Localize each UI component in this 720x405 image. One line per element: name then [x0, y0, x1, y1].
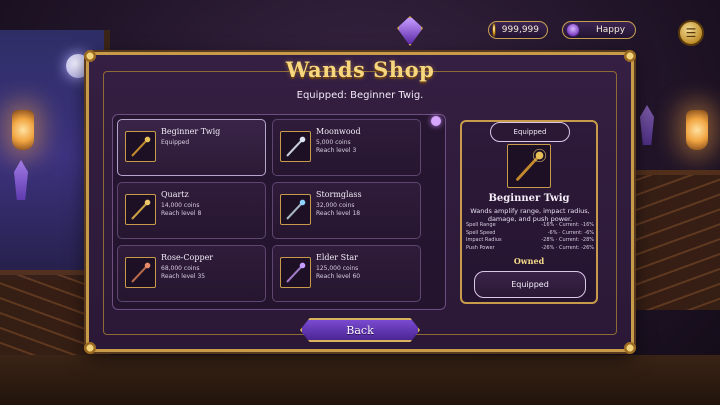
stat-label: Push Power [466, 244, 495, 251]
mood-face-icon [566, 23, 580, 37]
wand-icon [286, 262, 306, 283]
detail-wand-name: Beginner Twig [488, 193, 570, 204]
wand-thumbnail [125, 257, 156, 288]
coin-icon [492, 23, 496, 37]
wand-icon [516, 148, 547, 181]
wand-card[interactable]: Stormglass 32,000 coins Reach level 18 [272, 182, 421, 239]
coin-amount: 999,999 [501, 25, 539, 35]
stat-value: -26% · Current: -26% [541, 244, 594, 251]
ownership-status: Owned [513, 256, 545, 266]
wand-thumbnail [280, 257, 311, 288]
wand-icon [286, 199, 306, 220]
wand-icon [131, 136, 151, 157]
detail-description: Wands amplify range, impact radius, dama… [470, 207, 590, 223]
equipped-message: Equipped: Beginner Twig. [296, 90, 424, 101]
wand-thumbnail [125, 131, 156, 162]
wand-price: 14,000 coins [161, 202, 200, 209]
shop-title: Wands Shop [285, 57, 435, 82]
wand-thumbnail [280, 131, 311, 162]
wand-card[interactable]: Moonwood 5,000 coins Reach level 3 [272, 119, 421, 176]
right-wand-shelf [630, 170, 720, 310]
floor [0, 355, 720, 405]
detail-wand-image [507, 144, 551, 188]
wand-card[interactable]: Beginner Twig Equipped [117, 119, 266, 176]
equip-button[interactable]: Equipped [474, 271, 586, 298]
wand-card[interactable]: Quartz 14,000 coins Reach level 8 [117, 182, 266, 239]
wand-thumbnail [125, 194, 156, 225]
wand-icon [131, 262, 151, 283]
wand-name: Moonwood [316, 127, 361, 136]
wand-price: 125,000 coins [316, 265, 359, 272]
wand-card[interactable]: Elder Star 125,000 coins Reach level 60 [272, 245, 421, 302]
wand-card[interactable]: Rose-Copper 68,000 coins Reach level 35 [117, 245, 266, 302]
wand-requirement: Reach level 18 [316, 210, 361, 217]
wand-requirement: Reach level 3 [316, 147, 357, 154]
wand-requirement: Reach level 60 [316, 273, 361, 280]
wand-requirement: Reach level 8 [161, 210, 202, 217]
wand-thumbnail [280, 194, 311, 225]
lantern-right [686, 110, 708, 150]
wand-price: 5,000 coins [316, 139, 351, 146]
scroll-indicator[interactable] [431, 116, 441, 126]
wand-icon [131, 199, 151, 220]
corner-ornament [83, 341, 97, 355]
wand-name: Rose-Copper [161, 253, 214, 262]
crystal-decoration [640, 105, 654, 145]
detail-status-tag: Equipped [490, 122, 570, 142]
mood-label: Happy [596, 25, 626, 35]
mood-indicator: Happy [562, 21, 636, 39]
wand-name: Beginner Twig [161, 127, 221, 136]
corner-ornament [623, 341, 637, 355]
back-button[interactable]: Back [300, 318, 420, 342]
stat-row: Push Power -26% · Current: -26% [466, 245, 594, 253]
crest-gem [397, 16, 423, 46]
spellbook-button[interactable]: ☰ [678, 20, 704, 46]
lantern-left [12, 110, 34, 150]
wand-price: Equipped [161, 139, 190, 146]
coin-counter: 999,999 [488, 21, 548, 39]
wand-price: 68,000 coins [161, 265, 200, 272]
wand-name: Stormglass [316, 190, 362, 199]
wand-requirement: Reach level 35 [161, 273, 206, 280]
wand-price: 32,000 coins [316, 202, 355, 209]
wand-icon [286, 136, 306, 157]
spellbook-icon: ☰ [685, 26, 697, 40]
wand-name: Quartz [161, 190, 189, 199]
wand-name: Elder Star [316, 253, 358, 262]
